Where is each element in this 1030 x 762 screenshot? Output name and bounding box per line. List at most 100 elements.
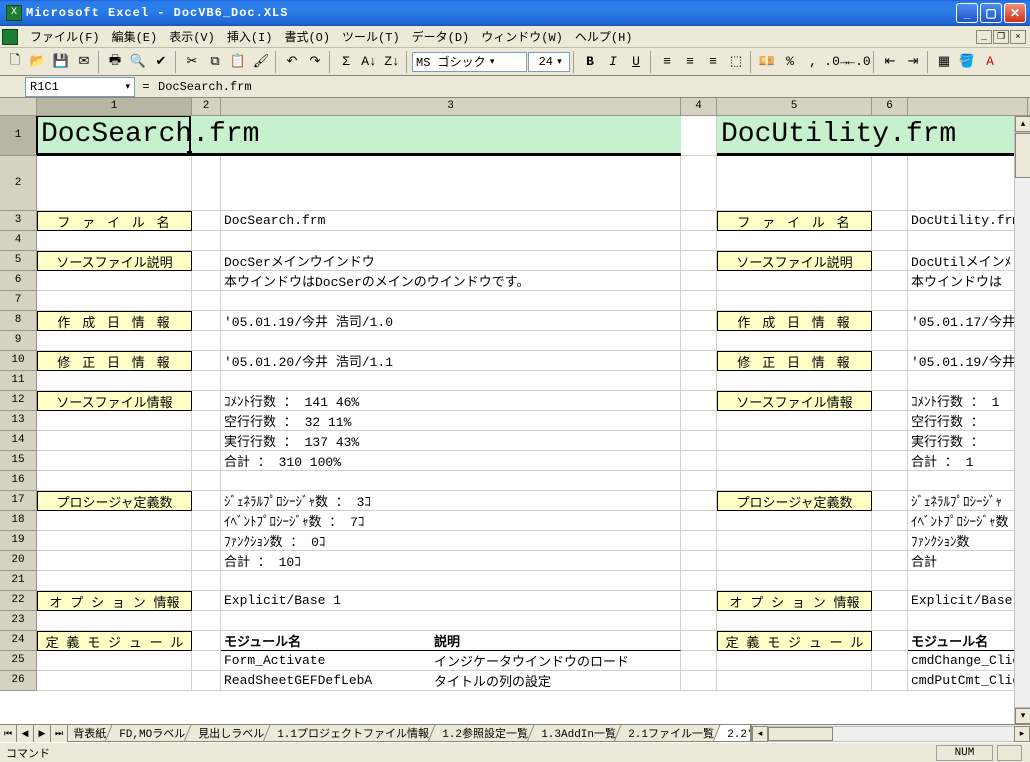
sort-asc-button[interactable]: A↓ <box>358 51 380 73</box>
row-header[interactable]: 21 <box>0 571 36 591</box>
align-right-button[interactable]: ≡ <box>702 51 724 73</box>
row-header[interactable]: 17 <box>0 491 36 511</box>
cell[interactable] <box>717 431 872 451</box>
menu-data[interactable]: データ(D) <box>406 26 476 47</box>
name-box[interactable]: R1C1 ▾ <box>25 77 135 97</box>
right-modified[interactable]: '05.01.19/今井 <box>908 351 1028 371</box>
cell[interactable] <box>717 671 872 691</box>
cell[interactable] <box>872 271 908 291</box>
right-proc3[interactable]: ﾌｧﾝｸｼｮﾝ数 <box>908 531 1028 551</box>
row-header[interactable]: 5 <box>0 251 36 271</box>
font-selector[interactable]: MS ゴシック▾ <box>412 52 527 72</box>
row-header[interactable]: 22 <box>0 591 36 611</box>
left-desc1[interactable]: DocSerメインウインドウ <box>221 251 681 271</box>
scroll-right-button[interactable]: ▸ <box>1014 726 1030 742</box>
left-doc-header[interactable]: DocSearch.frm <box>37 116 681 156</box>
comma-button[interactable]: , <box>802 51 824 73</box>
cell[interactable] <box>681 251 717 271</box>
col-header-4[interactable]: 4 <box>681 98 717 115</box>
cell[interactable] <box>681 116 717 156</box>
cell[interactable] <box>872 531 908 551</box>
mail-button[interactable]: ✉ <box>73 51 95 73</box>
cell[interactable] <box>717 471 872 491</box>
menu-tools[interactable]: ツール(T) <box>336 26 406 47</box>
tab-next-button[interactable]: ▶ <box>34 725 51 742</box>
right-filename[interactable]: DocUtility.frm <box>908 211 1028 231</box>
row-header[interactable]: 8 <box>0 311 36 331</box>
cell[interactable] <box>37 651 192 671</box>
mdi-restore[interactable]: ❐ <box>993 30 1009 44</box>
sheet-tab[interactable]: 1.1プロジェクトファイル情報 <box>263 725 441 742</box>
left-option[interactable]: Explicit/Base 1 <box>221 591 681 611</box>
cell[interactable] <box>192 411 221 431</box>
right-desc1[interactable]: DocUtilメインﾒ <box>908 251 1028 271</box>
scroll-down-button[interactable]: ▾ <box>1015 708 1030 724</box>
cell[interactable] <box>681 491 717 511</box>
left-proc1[interactable]: ｼﾞｪﾈﾗﾙﾌﾟﾛｼｰｼﾞｬ数 ： 3ｺ <box>221 491 681 511</box>
label-srcinfo[interactable]: ソースファイル情報 <box>37 391 192 411</box>
cell[interactable] <box>717 231 872 251</box>
sort-desc-button[interactable]: Z↓ <box>381 51 403 73</box>
cell[interactable] <box>681 551 717 571</box>
select-all-button[interactable] <box>0 98 37 115</box>
cell[interactable] <box>872 371 908 391</box>
cell[interactable] <box>872 551 908 571</box>
tab-first-button[interactable]: ⏮ <box>0 725 17 742</box>
label-srcinfo-r[interactable]: ソースファイル情報 <box>717 391 872 411</box>
cell[interactable] <box>37 671 192 691</box>
percent-button[interactable]: % <box>779 51 801 73</box>
col-header-7[interactable] <box>908 98 1028 115</box>
cell[interactable] <box>681 211 717 231</box>
cell[interactable] <box>37 291 192 311</box>
cell[interactable] <box>37 451 192 471</box>
cell[interactable] <box>908 471 1028 491</box>
left-modified[interactable]: '05.01.20/今井 浩司/1.1 <box>221 351 681 371</box>
col-header-3[interactable]: 3 <box>221 98 681 115</box>
italic-button[interactable]: I <box>602 51 624 73</box>
cell[interactable] <box>192 551 221 571</box>
cell[interactable] <box>192 351 221 371</box>
cell[interactable] <box>681 231 717 251</box>
cell[interactable] <box>717 411 872 431</box>
row-header[interactable]: 23 <box>0 611 36 631</box>
cell[interactable] <box>872 471 908 491</box>
cell[interactable] <box>908 571 1028 591</box>
print-button[interactable]: 🖶 <box>104 51 126 73</box>
autosum-button[interactable]: Σ <box>335 51 357 73</box>
cell[interactable] <box>872 391 908 411</box>
col-header-2[interactable]: 2 <box>192 98 221 115</box>
redo-button[interactable]: ↷ <box>304 51 326 73</box>
cells-area[interactable]: DocSearch.frm DocUtility.frm フ ァ イ ル 名 D… <box>37 116 1030 691</box>
cell[interactable] <box>37 611 192 631</box>
cell[interactable] <box>717 451 872 471</box>
row-header[interactable]: 6 <box>0 271 36 291</box>
menu-file[interactable]: ファイル(F) <box>24 26 106 47</box>
menu-help[interactable]: ヘルプ(H) <box>569 26 639 47</box>
right-modhdr[interactable]: モジュール名 <box>908 631 1028 651</box>
cell[interactable] <box>681 471 717 491</box>
row-header[interactable]: 14 <box>0 431 36 451</box>
cell[interactable] <box>221 571 681 591</box>
cell[interactable] <box>221 611 681 631</box>
sheet-tab[interactable]: 1.3AddIn一覧 <box>526 725 627 742</box>
cell[interactable] <box>192 331 221 351</box>
tab-prev-button[interactable]: ◀ <box>17 725 34 742</box>
inc-decimal-button[interactable]: .0→ <box>825 51 847 73</box>
left-proc2[interactable]: ｲﾍﾞﾝﾄﾌﾟﾛｼｰｼﾞｬ数 ： 7ｺ <box>221 511 681 531</box>
cell[interactable] <box>872 651 908 671</box>
cell[interactable] <box>681 591 717 611</box>
left-filename[interactable]: DocSearch.frm <box>221 211 681 231</box>
left-desc2[interactable]: 本ウインドウはDocSerのメインのウインドウです。 <box>221 271 681 291</box>
menu-window[interactable]: ウィンドウ(W) <box>475 26 569 47</box>
col-header-5[interactable]: 5 <box>717 98 872 115</box>
paste-button[interactable]: 📋 <box>227 51 249 73</box>
align-center-button[interactable]: ≡ <box>679 51 701 73</box>
bold-button[interactable]: B <box>579 51 601 73</box>
cell[interactable] <box>681 631 717 651</box>
cell[interactable] <box>192 491 221 511</box>
cell[interactable] <box>192 211 221 231</box>
hscroll-track[interactable] <box>768 726 1014 742</box>
left-src2[interactable]: 空行行数 ： 32 11% <box>221 411 681 431</box>
cell[interactable] <box>717 511 872 531</box>
cell[interactable] <box>192 251 221 271</box>
